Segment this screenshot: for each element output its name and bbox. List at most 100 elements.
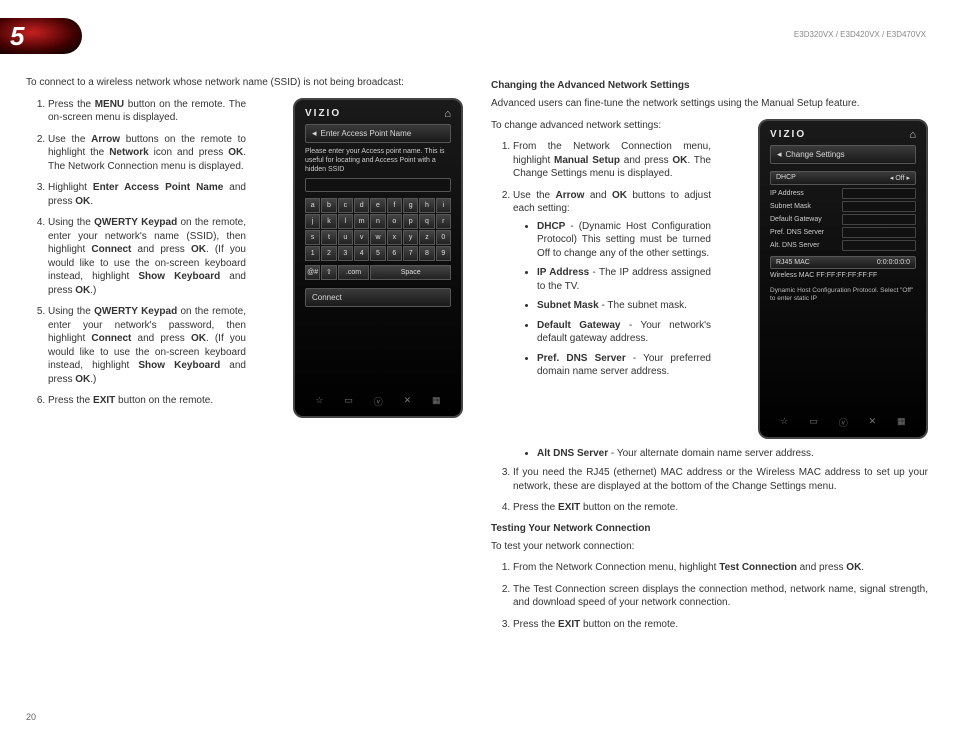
- key-x: x: [387, 230, 402, 245]
- key-sym: @#: [305, 265, 320, 280]
- step-5: Using the QWERTY Keypad on the remote, e…: [48, 305, 246, 386]
- page-body: To connect to a wireless network whose n…: [26, 76, 928, 718]
- bullet-dns1: Pref. DNS Server - Your preferred domain…: [537, 352, 711, 379]
- key-i: i: [436, 198, 451, 213]
- screen-instructions: Please enter your Access point name. Thi…: [305, 147, 451, 174]
- adv-step-2: Use the Arrow and OK buttons to adjust e…: [513, 189, 711, 379]
- key-n: n: [370, 214, 385, 229]
- home-icon: ⌂: [909, 129, 916, 141]
- step-4: Using the QWERTY Keypad on the remote, e…: [48, 216, 246, 297]
- key-j: j: [305, 214, 320, 229]
- key-shift: ⇧: [321, 265, 336, 280]
- bullet-ip: IP Address - The IP address assigned to …: [537, 266, 711, 293]
- left-column: To connect to a wireless network whose n…: [26, 76, 463, 718]
- dhcp-hint: Dynamic Host Configuration Protocol. Sel…: [770, 287, 916, 304]
- key-p: p: [403, 214, 418, 229]
- page-number: 20: [26, 712, 36, 722]
- x-icon: ✕: [404, 395, 412, 408]
- phone-brand: VIZIO: [770, 129, 806, 140]
- key-g: g: [403, 198, 418, 213]
- key-space: Space: [370, 265, 451, 280]
- heading-advanced: Changing the Advanced Network Settings: [491, 80, 928, 91]
- key-9: 9: [436, 246, 451, 261]
- step-2: Use the Arrow buttons on the remote to h…: [48, 133, 246, 174]
- key-a: a: [305, 198, 320, 213]
- key-r: r: [436, 214, 451, 229]
- screen-title: Enter Access Point Name: [321, 129, 412, 138]
- key-7: 7: [403, 246, 418, 261]
- key-1: 1: [305, 246, 320, 261]
- key-k: k: [321, 214, 336, 229]
- left-steps: Press the MENU button on the remote. The…: [26, 98, 246, 416]
- page-header: 5 E3D320VX / E3D420VX / E3D470VX: [0, 18, 954, 58]
- card-icon: ▭: [809, 416, 818, 429]
- key-w: w: [370, 230, 385, 245]
- phone-footer: ☆ ▭ ⓥ ✕ ▦: [305, 395, 451, 408]
- key-h: h: [419, 198, 434, 213]
- ip-row: IP Address: [770, 188, 916, 199]
- heading-testing: Testing Your Network Connection: [491, 523, 928, 534]
- model-numbers: E3D320VX / E3D420VX / E3D470VX: [794, 30, 926, 39]
- advanced-intro: Advanced users can fine-tune the network…: [491, 97, 928, 111]
- star-icon: ☆: [315, 395, 323, 408]
- right-column: Changing the Advanced Network Settings A…: [491, 76, 928, 718]
- key-3: 3: [338, 246, 353, 261]
- dns1-row: Pref. DNS Server: [770, 227, 916, 238]
- key-u: u: [338, 230, 353, 245]
- key-0: 0: [436, 230, 451, 245]
- key-l: l: [338, 214, 353, 229]
- adv-step-3: If you need the RJ45 (ethernet) MAC addr…: [513, 466, 928, 493]
- key-6: 6: [387, 246, 402, 261]
- key-o: o: [387, 214, 402, 229]
- chapter-number: 5: [10, 21, 24, 52]
- back-button: ◂ Enter Access Point Name: [305, 124, 451, 143]
- gateway-row: Default Gateway: [770, 214, 916, 225]
- key-v: v: [354, 230, 369, 245]
- home-icon: ⌂: [444, 108, 451, 120]
- testing-lead: To test your network connection:: [491, 540, 928, 554]
- back-arrow-icon: ◂: [777, 149, 782, 160]
- right-remainder: Alt DNS Server - Your alternate domain n…: [491, 447, 928, 632]
- key-d: d: [354, 198, 369, 213]
- advanced-lead: To change advanced network settings:: [491, 119, 711, 133]
- grid-icon: ▦: [432, 395, 441, 408]
- key-q: q: [419, 214, 434, 229]
- card-icon: ▭: [344, 395, 353, 408]
- key-c: c: [338, 198, 353, 213]
- connect-button: Connect: [305, 288, 451, 307]
- ssid-input: [305, 178, 451, 192]
- key-s: s: [305, 230, 320, 245]
- key-8: 8: [419, 246, 434, 261]
- step-6: Press the EXIT button on the remote.: [48, 394, 246, 408]
- test-step-2: The Test Connection screen displays the …: [513, 583, 928, 610]
- grid-icon: ▦: [897, 416, 906, 429]
- step-1: Press the MENU button on the remote. The…: [48, 98, 246, 125]
- key-2: 2: [321, 246, 336, 261]
- phone-footer: ☆ ▭ ⓥ ✕ ▦: [770, 416, 916, 429]
- v-icon: ⓥ: [374, 395, 383, 408]
- mask-row: Subnet Mask: [770, 201, 916, 212]
- adv-step-1: From the Network Connection menu, highli…: [513, 140, 711, 181]
- key-f: f: [387, 198, 402, 213]
- dhcp-row: DHCP◂ Off ▸: [770, 171, 916, 185]
- test-step-1: From the Network Connection menu, highli…: [513, 561, 928, 575]
- x-icon: ✕: [869, 416, 877, 429]
- screenshot-change-settings: VIZIO ⌂ ◂ Change Settings DHCP◂ Off ▸ IP…: [758, 119, 928, 439]
- phone-brand: VIZIO: [305, 108, 341, 119]
- wmac-row: Wireless MAC FF:FF:FF:FF:FF:FF: [770, 272, 916, 279]
- dns2-row: Alt. DNS Server: [770, 240, 916, 251]
- left-body: Press the MENU button on the remote. The…: [26, 98, 463, 418]
- onscreen-keyboard: abcdefghijklmnopqrstuvwxyz0123456789: [305, 198, 451, 261]
- back-button: ◂ Change Settings: [770, 145, 916, 164]
- chapter-badge: 5: [0, 18, 82, 54]
- right-steps-wrap: To change advanced network settings: Fro…: [491, 119, 711, 387]
- bullet-mask: Subnet Mask - The subnet mask.: [537, 299, 711, 313]
- v-icon: ⓥ: [839, 416, 848, 429]
- left-intro: To connect to a wireless network whose n…: [26, 76, 463, 90]
- test-step-3: Press the EXIT button on the remote.: [513, 618, 928, 632]
- back-arrow-icon: ◂: [312, 128, 317, 139]
- key-4: 4: [354, 246, 369, 261]
- key-t: t: [321, 230, 336, 245]
- rj45-row: RJ45 MAC0:0:0:0:0:0: [770, 256, 916, 269]
- screenshot-access-point: VIZIO ⌂ ◂ Enter Access Point Name Please…: [293, 98, 463, 418]
